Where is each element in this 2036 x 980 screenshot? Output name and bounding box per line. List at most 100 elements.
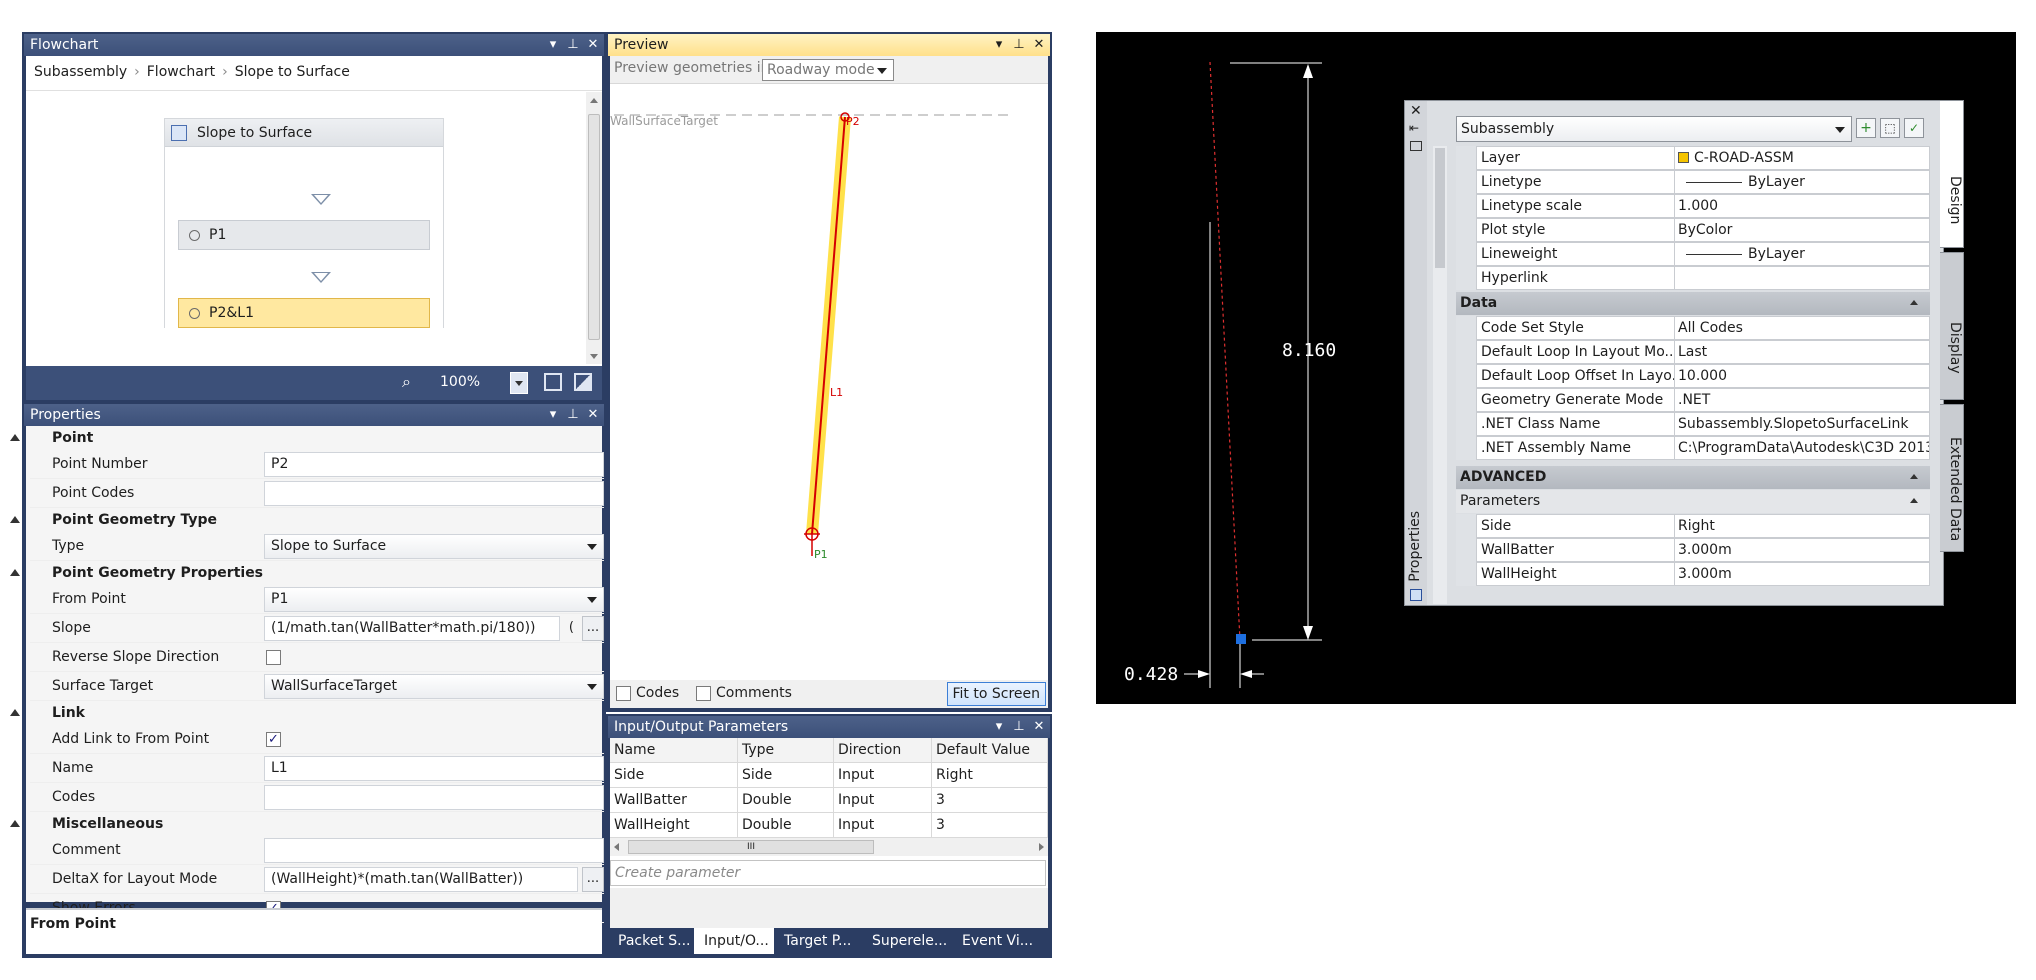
table-cell[interactable]: WallBatter [610,788,738,813]
quick-select-icon[interactable]: ✓ [1904,118,1924,138]
column-header[interactable]: Default Value [932,738,1048,763]
flowchart-node-p2l1[interactable]: P2&L1 [178,298,430,328]
column-header[interactable]: Name [610,738,738,763]
scroll-thumb[interactable]: III [628,840,874,854]
add-link-checkbox[interactable]: ✓ [266,732,281,747]
table-cell[interactable]: Side [610,763,738,788]
close-icon[interactable]: ✕ [1032,34,1046,56]
palette-row-wallbatter[interactable]: WallBatter 3.000m [1476,538,1930,562]
pin-icon[interactable]: ⊥ [566,34,580,56]
fit-extents-icon[interactable] [544,373,562,391]
fit-to-screen-button[interactable]: Fit to Screen [946,682,1046,706]
dropdown-icon[interactable]: ▾ [992,716,1006,738]
palette-scrollbar[interactable] [1433,146,1447,604]
tab-packet-settings[interactable]: Packet S... [608,928,694,954]
point-number-field[interactable]: P2 [264,452,604,477]
io-params-titlebar[interactable]: Input/Output Parameters ▾ ⊥ ✕ [608,716,1050,738]
create-parameter-input[interactable]: Create parameter [610,860,1046,886]
scroll-thumb[interactable] [588,114,600,340]
scroll-up-icon[interactable] [590,98,598,103]
collapse-icon[interactable] [10,516,20,523]
type-dropdown[interactable]: Slope to Surface [264,534,604,559]
from-point-dropdown[interactable]: P1 [264,587,604,612]
palette-row-code-set-style[interactable]: Code Set Style All Codes [1476,316,1930,340]
codes-checkbox[interactable] [616,686,631,701]
category-link[interactable]: Link [10,701,604,725]
collapse-icon[interactable] [10,709,20,716]
flowchart-node-p1[interactable]: P1 [178,220,430,250]
preview-canvas[interactable] [610,84,1048,658]
breadcrumb-item[interactable]: Subassembly [34,64,127,80]
palette-row-wallheight[interactable]: WallHeight 3.000m [1476,562,1930,586]
tab-target-parameters[interactable]: Target P... [774,928,862,954]
palette-row-layer[interactable]: Layer C-ROAD-ASSM [1476,146,1930,170]
flowchart-canvas[interactable]: Slope to Surface P1 P2&L1 [26,92,584,328]
palette-row-assembly-name[interactable]: .NET Assembly Name C:\ProgramData\Autodes… [1476,436,1930,460]
breadcrumb-item[interactable]: Slope to Surface [235,64,350,80]
palette-category-data[interactable]: Data [1456,292,1930,315]
category-point[interactable]: Point [10,426,604,450]
deltax-ellipsis-button[interactable]: ... [582,867,604,892]
category-geometry-type[interactable]: Point Geometry Type [10,508,604,532]
table-cell[interactable]: 3 [932,813,1048,838]
zoom-dropdown[interactable] [510,372,528,394]
table-cell[interactable]: Double [738,813,834,838]
scroll-left-icon[interactable] [614,843,619,851]
palette-row-plot-style[interactable]: Plot style ByColor [1476,218,1930,242]
palette-row-lineweight[interactable]: Lineweight ByLayer [1476,242,1930,266]
palette-row-geometry-mode[interactable]: Geometry Generate Mode .NET [1476,388,1930,412]
category-geometry-properties[interactable]: Point Geometry Properties [10,561,604,585]
pin-icon[interactable]: ⊥ [1012,34,1026,56]
tab-event-viewer[interactable]: Event Vi... [952,928,1050,954]
table-cell[interactable]: Right [932,763,1048,788]
slope-ellipsis-button[interactable]: ... [582,616,604,641]
pin-icon[interactable]: ⊥ [1012,716,1026,738]
close-icon[interactable]: ✕ [586,34,600,56]
close-icon[interactable]: ✕ [1410,103,1422,119]
dropdown-icon[interactable]: ▾ [546,404,560,426]
preview-mode-dropdown[interactable]: Roadway mode [762,59,894,81]
palette-category-advanced[interactable]: ADVANCED [1456,466,1930,489]
properties-titlebar[interactable]: Properties ▾ ⊥ ✕ [24,404,604,426]
table-cell[interactable]: Side [738,763,834,788]
dropdown-icon[interactable]: ▾ [992,34,1006,56]
io-hscrollbar[interactable]: III [610,838,1048,856]
table-cell[interactable]: WallHeight [610,813,738,838]
dropdown-icon[interactable]: ▾ [546,34,560,56]
comment-field[interactable] [264,838,604,863]
palette-row-default-loop[interactable]: Default Loop In Layout Mo... Last [1476,340,1930,364]
pickadd-icon[interactable]: + [1856,118,1876,138]
flowchart-scrollbar[interactable] [586,92,602,364]
deltax-field[interactable]: (WallHeight)*(math.tan(WallBatter)) [264,867,578,892]
point-codes-field[interactable] [264,481,604,506]
category-misc[interactable]: Miscellaneous [10,812,604,836]
autohide-icon[interactable]: ⇤ [1409,121,1419,135]
slope-field[interactable]: (1/math.tan(WallBatter*math.pi/180)) [264,616,560,641]
palette-menu-icon[interactable] [1410,141,1422,151]
window-icon[interactable] [574,373,592,391]
object-selector[interactable]: Subassembly [1456,116,1852,142]
palette-row-linetype-scale[interactable]: Linetype scale 1.000 [1476,194,1930,218]
link-name-field[interactable]: L1 [264,756,604,781]
link-codes-field[interactable] [264,785,604,810]
table-cell[interactable]: Double [738,788,834,813]
close-icon[interactable]: ✕ [586,404,600,426]
table-cell[interactable]: Input [834,813,932,838]
table-cell[interactable]: Input [834,788,932,813]
palette-row-hyperlink[interactable]: Hyperlink [1476,266,1930,290]
table-cell[interactable]: 3 [932,788,1048,813]
tab-extended-data[interactable]: Extended Data [1940,404,1964,552]
select-objects-icon[interactable]: ⬚ [1880,118,1900,138]
column-header[interactable]: Direction [834,738,932,763]
surface-target-dropdown[interactable]: WallSurfaceTarget [264,674,604,699]
collapse-icon[interactable] [10,820,20,827]
tab-superelevation[interactable]: Superele... [862,928,952,954]
collapse-icon[interactable] [10,434,20,441]
collapse-icon[interactable] [1910,300,1918,305]
preview-titlebar[interactable]: Preview ▾ ⊥ ✕ [608,34,1050,56]
search-icon[interactable]: ⌕ [402,372,411,392]
palette-row-class-name[interactable]: .NET Class Name Subassembly.SlopetoSurfac… [1476,412,1930,436]
table-cell[interactable]: Input [834,763,932,788]
scroll-down-icon[interactable] [590,354,598,359]
tab-display[interactable]: Display [1940,252,1964,400]
